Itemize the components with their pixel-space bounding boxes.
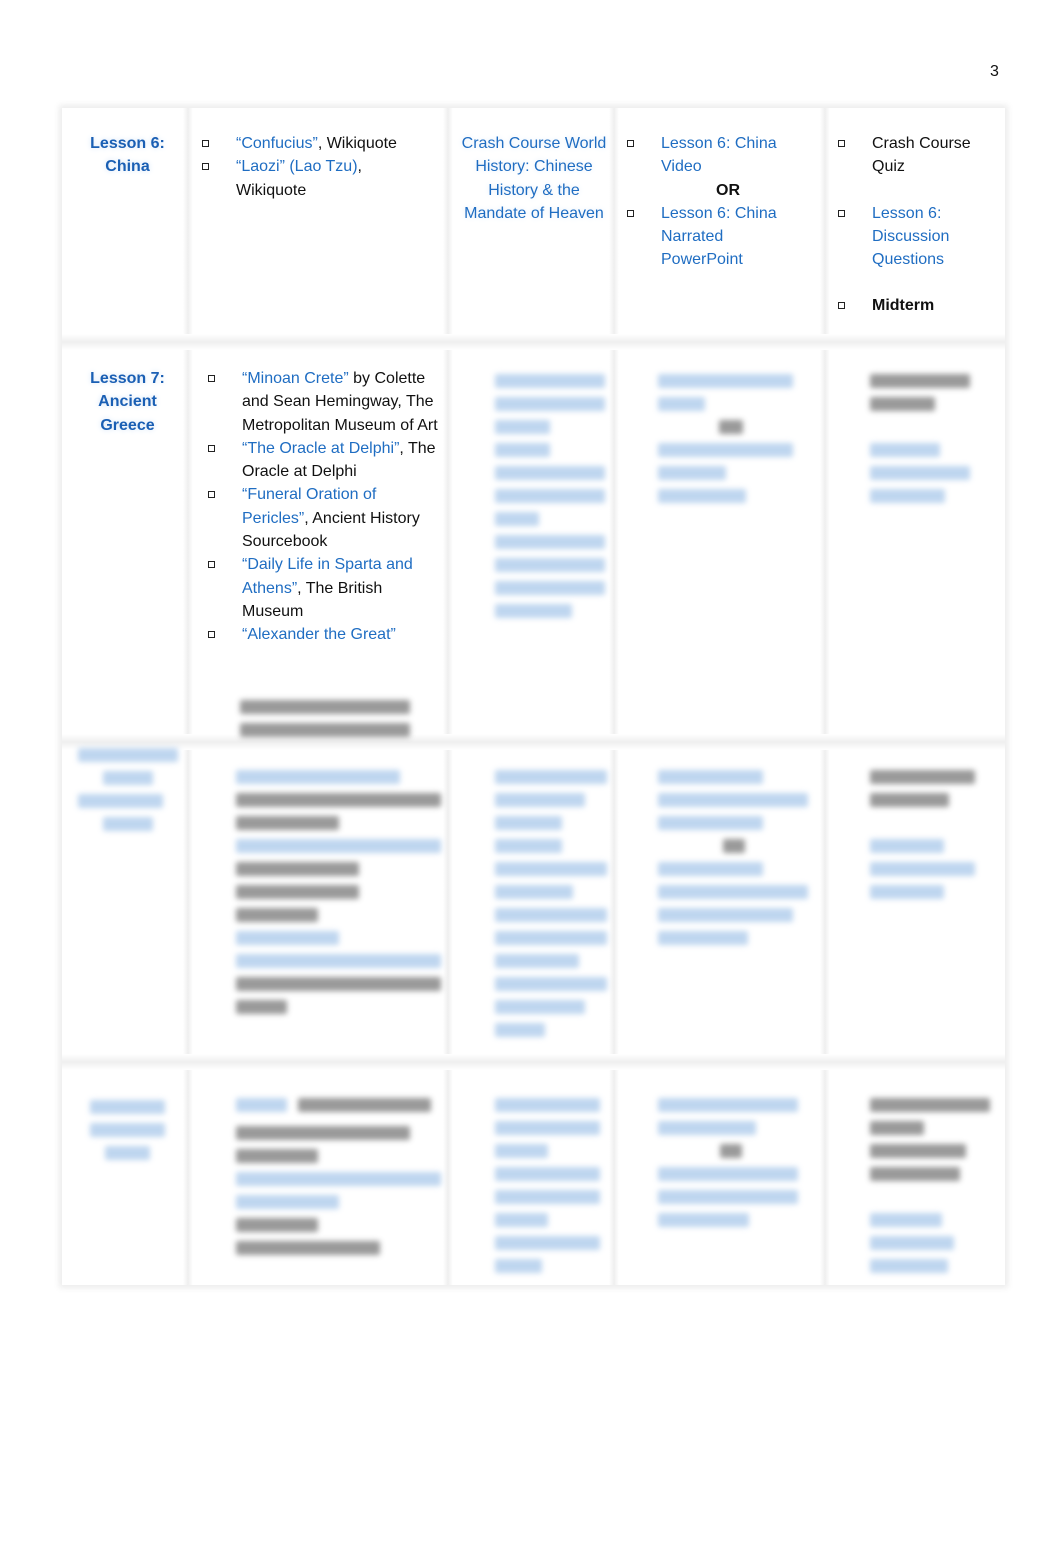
midterm-label: Midterm: [872, 297, 935, 315]
lesson-7-readings: “Minoan Crete” by Colette and Sean Hemin…: [208, 367, 444, 647]
reading-link[interactable]: “Minoan Crete”: [242, 370, 349, 387]
lesson-7-heading[interactable]: Lesson 7: Ancient Greece: [80, 367, 175, 437]
lesson-6-heading[interactable]: Lesson 6: China: [80, 132, 175, 179]
or-label: OR: [716, 181, 740, 199]
blurred-text: [90, 1100, 165, 1169]
blurred-text: [240, 700, 410, 746]
assessment-item: Crash Course Quiz: [838, 132, 988, 179]
blurred-text: [236, 1098, 441, 1264]
lesson-6-lecture: Lesson 6: China Video OR Lesson 6: China…: [627, 132, 817, 272]
blurred-text: [658, 1098, 798, 1236]
blurred-text: [78, 748, 178, 840]
blurred-text: [236, 770, 441, 1023]
reading-item: “Confucius”, Wikiquote: [202, 132, 432, 155]
lesson-title-line: Greece: [100, 416, 155, 434]
lesson-6-assessments: Crash Course Quiz Lesson 6: Discussion Q…: [838, 132, 988, 318]
lecture-option: Lesson 6: China Video: [627, 132, 817, 179]
assessment-item: Midterm: [838, 294, 988, 317]
blurred-text: [495, 770, 607, 1046]
reading-link[interactable]: “The Oracle at Delphi”: [242, 440, 399, 457]
lecture-powerpoint-link[interactable]: Lesson 6: China Narrated PowerPoint: [661, 202, 786, 272]
reading-item: “Laozi” (Lao Tzu), Wikiquote: [202, 155, 432, 202]
video-link[interactable]: Crash Course World History: Chinese Hist…: [460, 132, 608, 225]
reading-item: “Alexander the Great”: [208, 623, 444, 646]
reading-source: , Wikiquote: [317, 135, 397, 152]
lesson-title-line: Ancient: [98, 393, 157, 411]
lesson-title-line: Lesson 6:: [90, 135, 165, 152]
blurred-text: [495, 1098, 600, 1282]
assessment-item: Lesson 6: Discussion Questions: [838, 202, 988, 272]
lesson-title-line: China: [105, 158, 150, 176]
quiz-label: Crash Course Quiz: [872, 135, 971, 176]
reading-item: “Funeral Oration of Pericles”, Ancient H…: [208, 483, 444, 553]
discussion-questions-link[interactable]: Lesson 6: Discussion Questions: [872, 202, 962, 272]
reading-link[interactable]: “Alexander the Great”: [242, 626, 396, 643]
blurred-text: [658, 374, 793, 512]
page-number: 3: [990, 63, 999, 80]
document-page: 3 Lesson 6: China “Confucius”, Wikiquote…: [0, 0, 1062, 1556]
blurred-text: [495, 374, 605, 627]
blurred-text: [870, 1098, 990, 1282]
reading-item: “Minoan Crete” by Colette and Sean Hemin…: [208, 367, 444, 437]
reading-link[interactable]: “Laozi” (Lao Tzu): [236, 158, 358, 175]
lecture-option: Lesson 6: China Narrated PowerPoint: [627, 202, 817, 272]
blurred-text: [870, 770, 975, 908]
lesson-6-readings: “Confucius”, Wikiquote “Laozi” (Lao Tzu)…: [202, 132, 432, 202]
reading-link[interactable]: “Confucius”: [236, 135, 318, 152]
lesson-title-line: Lesson 7:: [90, 370, 165, 387]
lecture-video-link[interactable]: Lesson 6: China Video: [661, 132, 786, 179]
reading-item: “The Oracle at Delphi”, The Oracle at De…: [208, 437, 444, 484]
reading-item: “Daily Life in Sparta and Athens”, The B…: [208, 553, 444, 623]
blurred-text: [658, 770, 808, 954]
blurred-text: [870, 374, 970, 512]
